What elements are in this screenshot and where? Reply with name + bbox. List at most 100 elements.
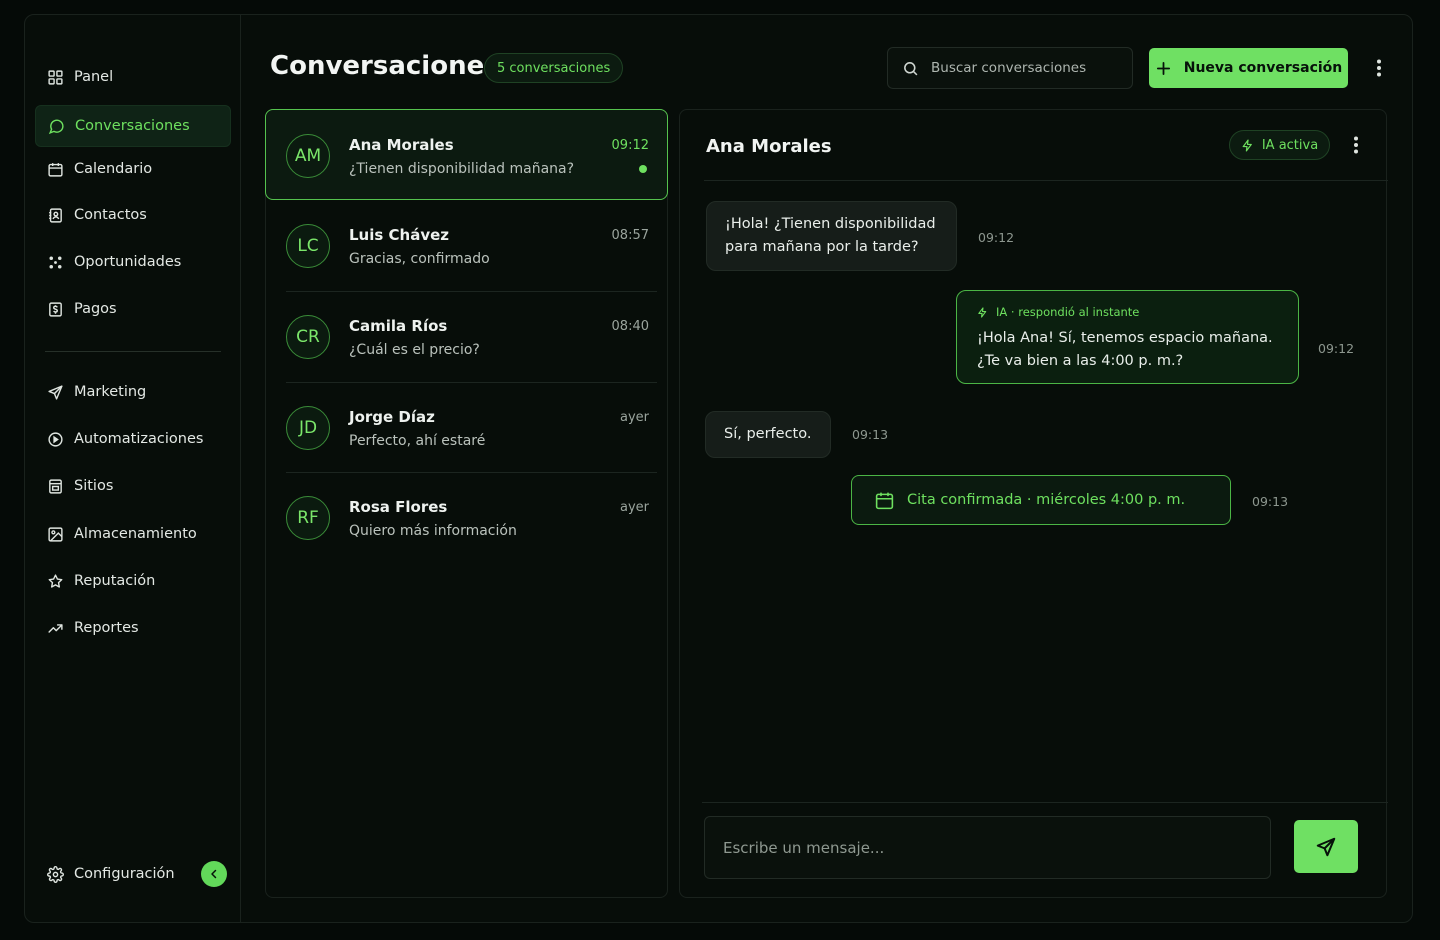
lightning-icon [978,307,987,318]
search-box[interactable] [887,47,1133,89]
conversation-name: Camila Ríos [349,317,448,335]
contacts-icon [49,207,62,223]
search-input[interactable] [931,60,1121,76]
conversation-name: Rosa Flores [349,498,448,516]
conversation-list: AM Ana Morales ¿Tienen disponibilidad ma… [265,109,668,898]
sidebar-item-panel[interactable]: Panel [35,56,231,98]
star-icon [48,573,63,588]
send-icon [1316,837,1336,856]
conversation-item-jorge-diaz[interactable]: JD Jorge Díaz Perfecto, ahí estaré ayer [266,382,667,472]
message-text: Sí, perfecto. [724,426,812,442]
sidebar-item-almacenamiento[interactable]: Almacenamiento [35,513,231,555]
automation-icon [48,431,63,447]
image-icon [48,526,63,542]
conversation-count-badge: 5 conversaciones [484,53,624,83]
calendar-icon [48,162,63,177]
sidebar-item-automatizaciones[interactable]: Automatizaciones [35,418,231,460]
new-conversation-label: Nueva conversación [1183,60,1343,76]
message-bubble-ai-reply: IA · respondió al instante ¡Hola Ana! Sí… [956,290,1299,384]
message-composer[interactable] [704,816,1271,879]
sidebar-item-label: Automatizaciones [74,431,204,447]
message-bubble-incoming: ¡Hola! ¿Tienen disponibilidad para mañan… [706,201,957,271]
plus-icon [1156,61,1170,75]
conversation-time: ayer [619,410,649,425]
message-text: ¡Hola Ana! Sí, tenemos espacio mañana. [977,330,1273,346]
conversation-item-camila-rios[interactable]: CR Camila Ríos ¿Cuál es el precio? 08:40 [266,291,667,381]
conversation-preview: Perfecto, ahí estaré [349,433,486,449]
sidebar-item-label: Reputación [74,573,156,589]
search-icon [904,61,918,75]
ai-active-badge[interactable]: IA activa [1229,130,1330,160]
message-time: 09:13 [852,427,889,442]
message-text: ¿Te va bien a las 4:00 p. m.? [977,353,1184,369]
avatar: JD [286,406,330,450]
sidebar-item-label: Panel [74,69,114,85]
sidebar-item-label: Contactos [74,207,147,223]
sidebar-item-oportunidades[interactable]: Oportunidades [35,241,231,283]
conversation-preview: Quiero más información [349,523,517,539]
page-title: Conversaciones [270,51,500,81]
trend-icon [48,623,63,633]
sidebar-item-label: Configuración [74,866,175,882]
conversation-time: 08:57 [611,228,649,243]
sidebar-divider [45,351,221,352]
event-label: Cita confirmada · miércoles 4:00 p. m. [907,492,1186,508]
conversation-name: Jorge Díaz [349,408,435,426]
conversation-item-ana-morales[interactable]: AM Ana Morales ¿Tienen disponibilidad ma… [265,109,668,200]
send-button[interactable] [1294,820,1358,873]
sidebar-item-reportes[interactable]: Reportes [35,607,231,649]
new-conversation-button[interactable]: Nueva conversación [1149,48,1348,88]
composer-divider [702,802,1388,803]
sidebar-item-reputacion[interactable]: Reputación [35,560,231,602]
conversation-name: Luis Chávez [349,226,450,244]
chat-panel: Ana Morales IA activa ¡Hola! ¿Tienen dis… [679,109,1388,898]
sidebar-item-marketing[interactable]: Marketing [35,371,231,413]
conversation-item-luis-chavez[interactable]: LC Luis Chávez Gracias, confirmado 08:57 [266,200,667,290]
sidebar-item-conversaciones[interactable]: Conversaciones [35,105,231,147]
ai-badge-label: IA activa [1261,137,1319,153]
event-time: 09:13 [1252,494,1289,509]
more-vertical-icon [1354,136,1358,154]
sidebar-item-label: Reportes [74,620,139,636]
header-more-button[interactable] [1369,54,1389,82]
conversation-preview: ¿Tienen disponibilidad mañana? [349,161,575,177]
sidebar-item-label: Calendario [74,161,153,177]
grid-icon [48,69,63,85]
sidebar-collapse-button[interactable] [201,861,227,887]
sidebar-item-sitios[interactable]: Sitios [35,465,231,507]
avatar: RF [286,496,330,540]
ai-reply-meta-text: IA · respondió al instante [996,305,1140,319]
message-text: ¡Hola! ¿Tienen disponibilidad [725,216,936,232]
sidebar-item-label: Pagos [74,301,117,317]
sidebar-item-label: Conversaciones [75,118,190,134]
more-vertical-icon [1377,59,1381,77]
chat-contact-name: Ana Morales [706,136,832,157]
sidebar-item-calendario[interactable]: Calendario [35,148,231,190]
conversation-time: 08:40 [611,319,649,334]
calendar-icon [875,492,894,509]
unread-dot [639,165,647,173]
sidebar-item-pagos[interactable]: Pagos [35,288,231,330]
chat-more-button[interactable] [1346,131,1366,159]
sidebar-item-contactos[interactable]: Contactos [35,194,231,236]
lightning-icon [1242,138,1252,152]
message-input[interactable] [723,838,1243,857]
chat-header-divider [704,180,1388,181]
message-text: para mañana por la tarde? [725,239,919,255]
sidebar: Panel Conversaciones Calendario Contacto… [25,15,241,922]
chevron-left-icon [211,869,217,879]
send-icon [48,384,63,400]
conversation-preview: ¿Cuál es el precio? [349,342,480,358]
conversation-time: 09:12 [611,138,649,153]
message-time: 09:12 [978,230,1015,245]
message-bubble-incoming: Sí, perfecto. [705,411,831,458]
app-window: Panel Conversaciones Calendario Contacto… [24,14,1413,923]
sidebar-item-label: Sitios [74,478,114,494]
ai-reply-meta: IA · respondió al instante [977,301,1278,324]
sidebar-item-label: Marketing [74,384,147,400]
conversation-item-rosa-flores[interactable]: RF Rosa Flores Quiero más información ay… [266,472,667,562]
opportunities-icon [49,255,62,269]
appointment-confirmed-event[interactable]: Cita confirmada · miércoles 4:00 p. m. [851,475,1231,525]
avatar: AM [286,134,330,178]
conversation-preview: Gracias, confirmado [349,251,490,267]
